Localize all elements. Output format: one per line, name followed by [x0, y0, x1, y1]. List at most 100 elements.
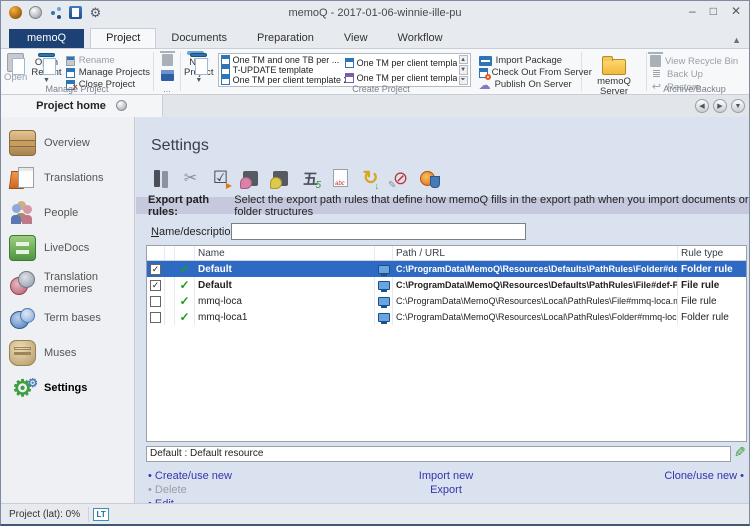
qa-settings-icon[interactable] — [207, 165, 234, 191]
gears-icon — [9, 375, 36, 401]
export-path-rules-icon[interactable] — [357, 165, 384, 191]
view-recycle-bin-button: View Recycle Bin — [650, 55, 739, 67]
sidebar-item-people[interactable]: People — [1, 195, 134, 230]
row-checkbox[interactable] — [150, 264, 161, 275]
sidebar-item-term-bases[interactable]: Term bases — [1, 300, 134, 335]
gallery-scroll-down-icon[interactable]: ▼ — [459, 65, 468, 74]
tm-settings-icon[interactable] — [237, 165, 264, 191]
export-settings-icon[interactable] — [327, 165, 354, 191]
font-substitution-icon[interactable] — [417, 165, 444, 191]
gallery-scroll: ▲ ▼ ⏷ — [459, 55, 468, 85]
ribbon-tab-project[interactable]: Project — [90, 28, 156, 49]
template-label: T-UPDATE template — [233, 65, 314, 75]
column-header-name[interactable]: Name — [195, 246, 375, 260]
ignore-lists-icon[interactable] — [387, 165, 414, 191]
rule-path: C:\ProgramData\MemoQ\Resources\Defaults\… — [393, 277, 678, 293]
project-progress: Project (lat): 0% — [1, 507, 89, 522]
auto-translation-rules-icon[interactable] — [297, 165, 324, 191]
minimize-icon[interactable]: – — [689, 4, 696, 18]
table-header: Name Path / URL Rule type — [147, 246, 746, 261]
selected-resource-description[interactable]: Default : Default resource — [146, 446, 731, 462]
computer-icon — [378, 265, 390, 274]
import-package-icon — [479, 56, 492, 66]
window-title: memoQ - 2017-01-06-winnie-ille-pu — [1, 7, 749, 19]
gallery-scroll-up-icon[interactable]: ▲ — [459, 55, 468, 64]
template-item[interactable]: One TM and one TB per ... — [221, 55, 345, 65]
sidebar-item-settings[interactable]: Settings — [1, 370, 134, 405]
rename-button: Rename — [66, 55, 150, 66]
general-icon[interactable] — [147, 165, 174, 191]
archive-project-icon[interactable] — [161, 70, 174, 81]
ribbon-tab-workflow[interactable]: Workflow — [383, 29, 458, 48]
sidebar-item-label: People — [44, 207, 78, 219]
group-memoq-server: memoQ Server ▼ — [582, 49, 646, 94]
nav-back-icon[interactable]: ◀ — [695, 99, 709, 113]
open-button: Open — [4, 51, 27, 83]
lt-badge: LT — [93, 508, 109, 521]
link-clone-use-new[interactable]: Clone/use new • — [664, 470, 744, 483]
name-description-input[interactable] — [231, 223, 526, 240]
link-import-new[interactable]: Import new — [336, 470, 556, 483]
category-description-label: Export path rules: — [148, 194, 229, 218]
rule-type: File rule — [678, 293, 746, 309]
row-checkbox[interactable] — [150, 280, 161, 291]
ribbon-tab-preparation[interactable]: Preparation — [242, 29, 329, 48]
rule-name: Default — [195, 261, 375, 277]
open-icon — [7, 53, 24, 72]
template-item[interactable]: One TM per client template — [345, 73, 457, 83]
template-item[interactable]: One TM per client template 2 — [345, 58, 457, 68]
check-out-from-server-button[interactable]: Check Out From Server — [479, 67, 592, 78]
settings-pane: Settings Export path rules: Select the e… — [136, 117, 749, 503]
link-create-use-new[interactable]: • Create/use new — [148, 470, 232, 483]
titlebar: memoQ - 2017-01-06-winnie-ille-pu – □ ✕ — [1, 1, 749, 27]
column-header-rule-type[interactable]: Rule type — [678, 246, 746, 260]
valid-check-icon: ✓ — [179, 262, 189, 276]
tab-project-home[interactable]: Project home — [1, 95, 163, 117]
close-icon[interactable]: ✕ — [731, 4, 741, 18]
rule-name: Default — [195, 277, 375, 293]
link-export[interactable]: Export — [336, 484, 556, 497]
discs-icon — [9, 270, 36, 296]
sidebar-item-label: Term bases — [44, 312, 101, 324]
dropdown-arrow-icon: ▼ — [43, 78, 50, 83]
new-project-button[interactable]: New Project ▼ — [184, 51, 214, 83]
table-row[interactable]: ✓mmq-locaC:\ProgramData\MemoQ\Resources\… — [147, 293, 746, 309]
sidebar-item-translation-memories[interactable]: Translation memories — [1, 265, 134, 300]
nav-dropdown-icon[interactable]: ▼ — [731, 99, 745, 113]
import-package-button[interactable]: Import Package — [479, 55, 592, 66]
table-row[interactable]: ✓ Default C:\ProgramData\MemoQ\Resources\D… — [147, 277, 746, 293]
table-row[interactable]: ✓DefaultC:\ProgramData\MemoQ\Resources\D… — [147, 261, 746, 277]
column-header-path[interactable]: Path / URL — [393, 246, 678, 260]
sidebar-item-label: LiveDocs — [44, 242, 89, 254]
ribbon-tab-documents[interactable]: Documents — [156, 29, 242, 48]
template-item[interactable]: T-UPDATE template — [221, 65, 345, 75]
status-bar: Project (lat): 0% LT — [1, 503, 749, 524]
sidebar-item-muses[interactable]: Muses — [1, 335, 134, 370]
row-checkbox[interactable] — [150, 296, 161, 307]
collapse-ribbon-icon[interactable]: ▲ — [732, 35, 741, 45]
valid-check-icon: ✓ — [179, 310, 189, 324]
template-column-1: One TM and one TB per ...T-UPDATE templa… — [221, 55, 345, 85]
ribbon-tab-view[interactable]: View — [329, 29, 383, 48]
sidebar-item-label: Muses — [44, 347, 76, 359]
dropdown-arrow-icon: ▼ — [195, 78, 202, 83]
manage-projects-button[interactable]: Manage Projects — [66, 67, 150, 78]
segmentation-rules-icon[interactable] — [177, 165, 204, 191]
open-recent-button[interactable]: Open Recent ▼ — [31, 51, 61, 83]
sidebar-item-translations[interactable]: Translations — [1, 160, 134, 195]
sidebar-item-livedocs[interactable]: LiveDocs — [1, 230, 134, 265]
table-row[interactable]: ✓mmq-loca1C:\ProgramData\MemoQ\Resources… — [147, 309, 746, 325]
sidebar-item-overview[interactable]: Overview — [1, 125, 134, 160]
ribbon-tab-memoq[interactable]: memoQ — [9, 29, 84, 48]
computer-icon — [378, 281, 390, 290]
maximize-icon[interactable]: □ — [710, 4, 717, 18]
group-label: Create Project — [181, 84, 581, 94]
group-label: ... — [154, 84, 180, 94]
nav-forward-icon[interactable]: ▶ — [713, 99, 727, 113]
edit-description-icon[interactable]: ✎ — [734, 444, 746, 461]
valid-check-icon: ✓ — [179, 278, 189, 292]
window-controls: – □ ✕ — [689, 4, 741, 18]
rule-name: mmq-loca1 — [195, 309, 375, 325]
livedocs-settings-icon[interactable] — [267, 165, 294, 191]
row-checkbox[interactable] — [150, 312, 161, 323]
